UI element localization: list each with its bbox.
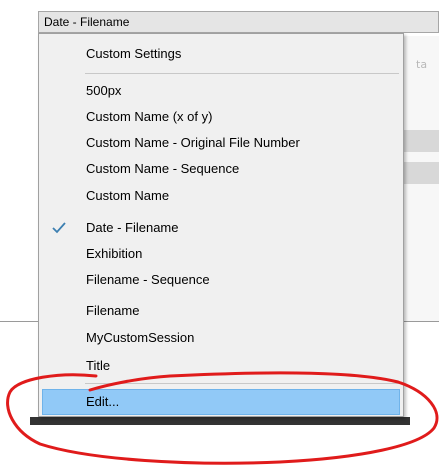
menu-item-label: MyCustomSession: [86, 330, 195, 345]
menu-item-title[interactable]: Title: [43, 354, 399, 378]
preset-dropdown-list: Custom Settings 500px Custom Name (x of …: [38, 33, 404, 417]
combo-selected-value: Date - Filename: [44, 15, 130, 29]
menu-item-label: Exhibition: [86, 246, 143, 261]
background-row-stripe: [404, 130, 439, 152]
menu-item-filename[interactable]: Filename: [43, 299, 399, 323]
menu-separator: [85, 73, 399, 74]
menu-item-mycustomsession[interactable]: MyCustomSession: [43, 326, 399, 350]
screenshot-stage: ta Date - Filename Custom Settings 500px…: [0, 0, 439, 468]
menu-item-label: Custom Name - Sequence: [86, 161, 240, 176]
menu-item-filename-sequence[interactable]: Filename - Sequence: [43, 268, 399, 292]
menu-item-edit[interactable]: Edit...: [42, 389, 400, 415]
menu-item-label: Custom Name - Original File Number: [86, 135, 300, 150]
menu-item-label: 500px: [86, 83, 122, 98]
background-row-stripe: [404, 162, 439, 184]
menu-item-date-filename[interactable]: Date - Filename: [43, 216, 399, 240]
menu-item-label: Date - Filename: [86, 220, 179, 235]
preset-combo-box[interactable]: Date - Filename: [38, 11, 439, 33]
menu-item-label: Custom Settings: [86, 46, 182, 61]
menu-item-exhibition[interactable]: Exhibition: [43, 242, 399, 266]
background-fragment-text: ta: [416, 58, 428, 71]
menu-item-label: Edit...: [86, 394, 120, 409]
menu-item-custom-name-x-of-y[interactable]: Custom Name (x of y): [43, 105, 399, 129]
menu-item-custom-name[interactable]: Custom Name: [43, 184, 399, 208]
menu-item-custom-name-sequence[interactable]: Custom Name - Sequence: [43, 157, 399, 181]
menu-item-label: Filename - Sequence: [86, 272, 210, 287]
menu-item-500px[interactable]: 500px: [43, 79, 399, 103]
menu-item-custom-settings[interactable]: Custom Settings: [43, 42, 399, 66]
menu-item-label: Custom Name (x of y): [86, 109, 213, 124]
menu-item-label: Title: [86, 358, 111, 373]
menu-item-custom-name-original-file-number[interactable]: Custom Name - Original File Number: [43, 131, 399, 155]
menu-separator: [85, 383, 399, 384]
menu-item-label: Filename: [86, 303, 140, 318]
menu-item-label: Custom Name: [86, 188, 170, 203]
checkmark-icon: [51, 216, 67, 240]
background-dark-bar: [30, 417, 410, 425]
